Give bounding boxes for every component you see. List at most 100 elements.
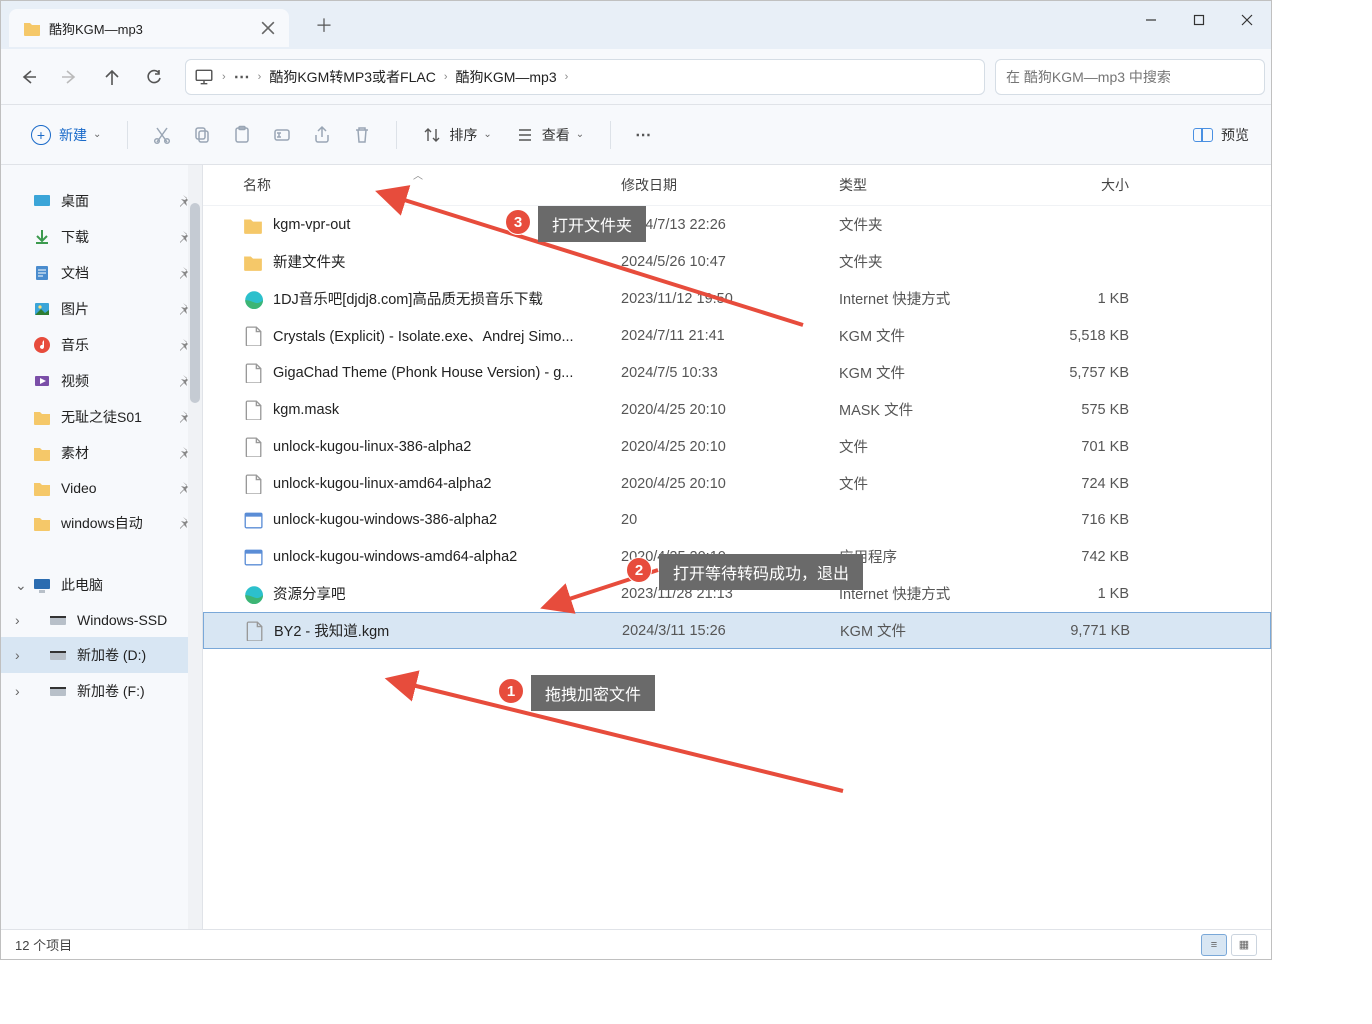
cut-button[interactable] <box>142 115 182 155</box>
sidebar-scrollbar[interactable] <box>188 165 202 929</box>
sidebar-item-folder[interactable]: 无耻之徒S01 <box>1 399 202 435</box>
sidebar-item-drive-ssd[interactable]: Windows-SSD <box>1 603 202 637</box>
drive-icon <box>49 682 67 700</box>
file-name: unlock-kugou-windows-amd64-alpha2 <box>273 549 621 565</box>
sidebar-item-documents[interactable]: 文档 <box>1 255 202 291</box>
file-size: 575 KB <box>1029 402 1149 418</box>
refresh-button[interactable] <box>133 56 175 98</box>
chevron-right-icon[interactable]: › <box>563 71 571 83</box>
search-input[interactable] <box>1006 69 1254 85</box>
details-view-button[interactable]: ≡ <box>1201 934 1227 956</box>
title-bar: 酷狗KGM—mp3 ＋ <box>1 1 1271 49</box>
sidebar-item-drive-d[interactable]: 新加卷 (D:) <box>1 637 202 673</box>
file-type: KGM 文件 <box>839 325 1029 346</box>
breadcrumb-seg[interactable]: 酷狗KGM—mp3 <box>449 67 562 87</box>
sidebar-item-drive-f[interactable]: 新加卷 (F:) <box>1 673 202 709</box>
sidebar-item-folder[interactable]: Video <box>1 471 202 505</box>
sidebar-item-downloads[interactable]: 下载 <box>1 219 202 255</box>
file-size: 742 KB <box>1029 549 1149 565</box>
delete-button[interactable] <box>342 115 382 155</box>
new-button[interactable]: + 新建 ⌄ <box>19 119 113 151</box>
status-bar: 12 个项目 ≡ ▦ <box>1 929 1271 959</box>
separator <box>396 121 397 149</box>
breadcrumb-seg[interactable]: 酷狗KGM转MP3或者FLAC <box>263 67 441 87</box>
document-icon <box>33 264 51 282</box>
file-row[interactable]: BY2 - 我知道.kgm2024/3/11 15:26KGM 文件9,771 … <box>203 612 1271 649</box>
file-row[interactable]: unlock-kugou-windows-386-alpha220716 KB <box>203 502 1271 538</box>
sidebar-item-folder[interactable]: 素材 <box>1 435 202 471</box>
sidebar-item-thispc[interactable]: 此电脑 <box>1 567 202 603</box>
sidebar-item-pictures[interactable]: 图片 <box>1 291 202 327</box>
window-tab[interactable]: 酷狗KGM—mp3 <box>9 9 289 47</box>
scrollbar-thumb[interactable] <box>190 203 200 403</box>
close-window-button[interactable] <box>1223 1 1271 39</box>
share-button[interactable] <box>302 115 342 155</box>
header-size[interactable]: 大小 <box>1029 175 1149 195</box>
file-icon <box>243 437 263 457</box>
sidebar-item-music[interactable]: 音乐 <box>1 327 202 363</box>
close-tab-icon[interactable] <box>261 21 275 35</box>
path-overflow-icon[interactable]: ⋯ <box>228 67 256 87</box>
file-row[interactable]: kgm.mask2020/4/25 20:10MASK 文件575 KB <box>203 391 1271 428</box>
tab-title: 酷狗KGM—mp3 <box>49 19 261 38</box>
preview-label: 预览 <box>1221 125 1249 145</box>
chevron-right-icon[interactable]: › <box>220 71 228 83</box>
sort-asc-icon: ︿ <box>413 167 423 182</box>
up-button[interactable] <box>91 56 133 98</box>
download-icon <box>33 228 51 246</box>
file-row[interactable]: 新建文件夹2024/5/26 10:47文件夹 <box>203 243 1271 280</box>
file-name: unlock-kugou-linux-386-alpha2 <box>273 439 621 455</box>
file-date: 20 <box>621 512 839 528</box>
view-menu-button[interactable]: 查看 ⌄ <box>504 125 596 145</box>
file-row[interactable]: unlock-kugou-linux-386-alpha22020/4/25 2… <box>203 428 1271 465</box>
header-type[interactable]: 类型 <box>839 175 1029 195</box>
minimize-button[interactable] <box>1127 1 1175 39</box>
sort-button[interactable]: 排序 ⌄ <box>411 125 503 145</box>
sidebar-item-desktop[interactable]: 桌面 <box>1 183 202 219</box>
file-type: 文件夹 <box>839 251 1029 272</box>
icons-view-button[interactable]: ▦ <box>1231 934 1257 956</box>
sidebar-item-folder[interactable]: windows自动 <box>1 505 202 541</box>
back-button[interactable] <box>7 56 49 98</box>
file-row[interactable]: GigaChad Theme (Phonk House Version) - g… <box>203 354 1271 391</box>
exe-icon <box>243 510 263 530</box>
plus-circle-icon: + <box>31 125 51 145</box>
file-icon <box>243 326 263 346</box>
item-count: 12 个项目 <box>15 935 72 954</box>
address-bar[interactable]: › ⋯ › 酷狗KGM转MP3或者FLAC › 酷狗KGM—mp3 › <box>185 59 985 95</box>
pin-icon <box>176 303 188 315</box>
preview-pane-button[interactable]: 预览 <box>1189 125 1253 145</box>
header-name[interactable]: 名称︿ <box>243 175 621 195</box>
file-type: KGM 文件 <box>840 620 1030 641</box>
sidebar-item-videos[interactable]: 视频 <box>1 363 202 399</box>
rename-button[interactable] <box>262 115 302 155</box>
paste-button[interactable] <box>222 115 262 155</box>
pin-icon <box>176 411 188 423</box>
chevron-right-icon[interactable]: › <box>256 71 264 83</box>
file-row[interactable]: 1DJ音乐吧[djdj8.com]高品质无损音乐下载2023/11/12 19:… <box>203 280 1271 317</box>
header-date[interactable]: 修改日期 <box>621 175 839 195</box>
file-type: MASK 文件 <box>839 399 1029 420</box>
toolbar: + 新建 ⌄ 排序 ⌄ 查看 ⌄ ⋯ 预览 <box>1 105 1271 165</box>
file-name: unlock-kugou-windows-386-alpha2 <box>273 512 621 528</box>
file-size: 5,518 KB <box>1029 328 1149 344</box>
chevron-down-icon: ⌄ <box>483 129 491 140</box>
sort-label: 排序 <box>449 125 477 145</box>
chevron-right-icon[interactable]: › <box>442 71 450 83</box>
more-button[interactable]: ⋯ <box>625 125 661 145</box>
nav-bar: › ⋯ › 酷狗KGM转MP3或者FLAC › 酷狗KGM—mp3 › <box>1 49 1271 105</box>
file-row[interactable]: unlock-kugou-linux-amd64-alpha22020/4/25… <box>203 465 1271 502</box>
new-tab-button[interactable]: ＋ <box>307 8 341 42</box>
file-type: KGM 文件 <box>839 362 1029 383</box>
copy-button[interactable] <box>182 115 222 155</box>
chevron-down-icon: ⌄ <box>93 129 101 140</box>
file-date: 2024/7/13 22:26 <box>621 217 839 233</box>
maximize-button[interactable] <box>1175 1 1223 39</box>
file-date: 2020/4/25 20:10 <box>621 476 839 492</box>
edge-icon <box>243 584 263 604</box>
search-box[interactable] <box>995 59 1265 95</box>
forward-button[interactable] <box>49 56 91 98</box>
file-row[interactable]: kgm-vpr-out2024/7/13 22:26文件夹 <box>203 206 1271 243</box>
file-row[interactable]: Crystals (Explicit) - Isolate.exe、Andrej… <box>203 317 1271 354</box>
file-icon <box>243 363 263 383</box>
